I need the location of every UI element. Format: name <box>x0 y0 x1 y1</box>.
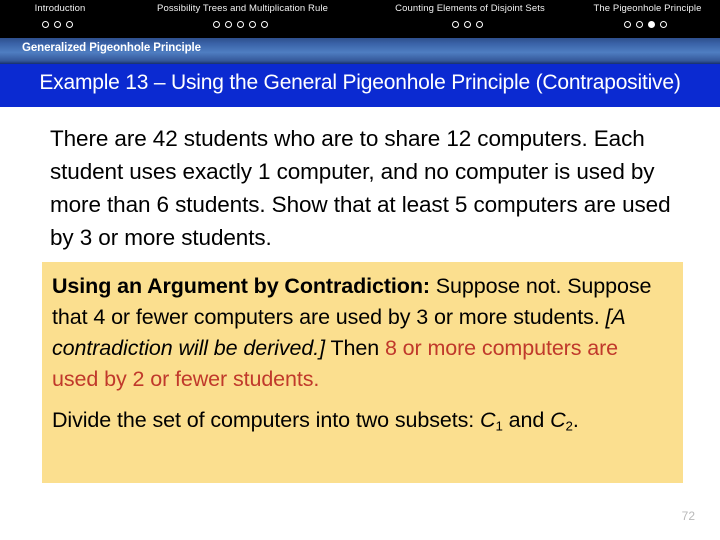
nav-dot[interactable] <box>66 20 73 28</box>
nav-dot[interactable] <box>212 20 220 28</box>
nav-section-possibility-trees[interactable]: Possibility Trees and Multiplication Rul… <box>120 0 365 38</box>
nav-dot[interactable] <box>464 20 471 28</box>
nav-dot[interactable] <box>623 20 631 28</box>
nav-section-label: Counting Elements of Disjoint Sets <box>395 3 545 14</box>
nav-progress-dots[interactable] <box>575 19 720 30</box>
argument-divide-text: Divide the set of computers into two sub… <box>52 408 480 432</box>
subnav-label: Generalized Pigeonhole Principle <box>22 42 201 54</box>
problem-statement: There are 42 students who are to share 1… <box>50 126 671 250</box>
nav-dot[interactable] <box>476 20 483 28</box>
nav-progress-dots[interactable] <box>0 19 120 30</box>
nav-section-label: The Pigeonhole Principle <box>593 3 702 14</box>
argument-heading: Using an Argument by Contradiction: <box>52 274 430 298</box>
nav-dot[interactable] <box>635 20 643 28</box>
nav-progress-dots[interactable] <box>120 19 365 30</box>
page-title: Example 13 – Using the General Pigeonhol… <box>39 71 681 94</box>
nav-dot[interactable] <box>659 20 667 28</box>
slide-title-banner: Example 13 – Using the General Pigeonhol… <box>0 64 720 107</box>
nav-dot[interactable] <box>452 20 459 28</box>
variable-c1: C1 <box>480 408 503 434</box>
nav-dot[interactable] <box>42 20 49 28</box>
nav-dot-active[interactable] <box>647 20 655 28</box>
nav-section-counting-elements[interactable]: Counting Elements of Disjoint Sets <box>365 0 575 38</box>
nav-dot[interactable] <box>54 20 61 28</box>
nav-section-introduction[interactable]: Introduction <box>0 0 120 38</box>
nav-dot[interactable] <box>248 20 256 28</box>
argument-paragraph-first: Using an Argument by Contradiction: Supp… <box>52 271 669 395</box>
nav-dot[interactable] <box>260 20 268 28</box>
argument-conjunction: and <box>502 408 551 432</box>
argument-callout-box: Using an Argument by Contradiction: Supp… <box>42 262 683 483</box>
nav-section-pigeonhole-principle[interactable]: The Pigeonhole Principle <box>575 0 720 38</box>
variable-c2: C2 <box>550 408 573 434</box>
argument-after-bracket: Then <box>324 336 385 360</box>
nav-dot[interactable] <box>236 20 244 28</box>
nav-section-label: Introduction <box>34 3 86 14</box>
page-number: 72 <box>681 509 695 523</box>
nav-dot[interactable] <box>224 20 232 28</box>
top-navigation-bar: Introduction Possibility Trees and Multi… <box>0 0 720 38</box>
sub-navigation-bar[interactable]: Generalized Pigeonhole Principle <box>0 38 720 64</box>
argument-paragraph-second: Divide the set of computers into two sub… <box>52 405 669 442</box>
nav-section-label: Possibility Trees and Multiplication Rul… <box>157 3 328 14</box>
argument-period: . <box>572 408 579 432</box>
nav-progress-dots[interactable] <box>365 19 575 30</box>
